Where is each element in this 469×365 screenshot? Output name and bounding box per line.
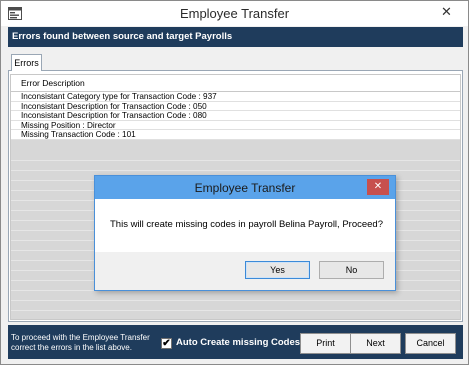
close-icon: ✕	[373, 181, 383, 192]
dialog-message: This will create missing codes in payrol…	[110, 219, 383, 230]
grid-row[interactable]: Inconsistant Description for Transaction…	[11, 101, 460, 112]
print-button[interactable]: Print	[300, 333, 351, 354]
dialog-body: This will create missing codes in payrol…	[95, 199, 395, 252]
footer-bar: To proceed with the Employee Transfer co…	[8, 325, 463, 359]
employee-transfer-window: Employee Transfer ✕ Errors found between…	[0, 0, 469, 365]
footer-message: To proceed with the Employee Transfer co…	[11, 333, 161, 352]
footer-message-line1: To proceed with the Employee Transfer	[11, 333, 150, 342]
footer-message-line2: correct the errors in the list above.	[11, 342, 132, 352]
no-button[interactable]: No	[319, 261, 384, 279]
grid-row[interactable]: Missing Transaction Code : 101	[11, 130, 460, 140]
yes-button[interactable]: Yes	[245, 261, 310, 279]
checkmark-icon: ✔	[162, 338, 171, 349]
cancel-button[interactable]: Cancel	[405, 333, 456, 354]
close-icon: ✕	[441, 4, 452, 19]
dialog-close-button[interactable]: ✕	[367, 179, 389, 195]
grid-row[interactable]: Missing Position : Director	[11, 120, 460, 131]
title-bar: Employee Transfer ✕	[1, 1, 468, 26]
window-close-button[interactable]: ✕	[436, 2, 457, 21]
dialog-title: Employee Transfer	[95, 176, 395, 199]
grid-row[interactable]: Inconsistant Category type for Transacti…	[11, 92, 460, 102]
confirm-dialog: Employee Transfer ✕ This will create mis…	[94, 175, 396, 291]
next-button[interactable]: Next	[350, 333, 401, 354]
tab-errors[interactable]: Errors	[11, 54, 42, 71]
grid-column-header[interactable]: Error Description	[11, 75, 460, 92]
auto-create-checkbox[interactable]: ✔	[161, 338, 172, 349]
auto-create-label[interactable]: Auto Create missing Codes	[176, 337, 300, 348]
grid-row[interactable]: Inconsistant Description for Transaction…	[11, 111, 460, 121]
errors-header: Errors found between source and target P…	[8, 27, 463, 47]
window-title: Employee Transfer	[179, 6, 290, 21]
